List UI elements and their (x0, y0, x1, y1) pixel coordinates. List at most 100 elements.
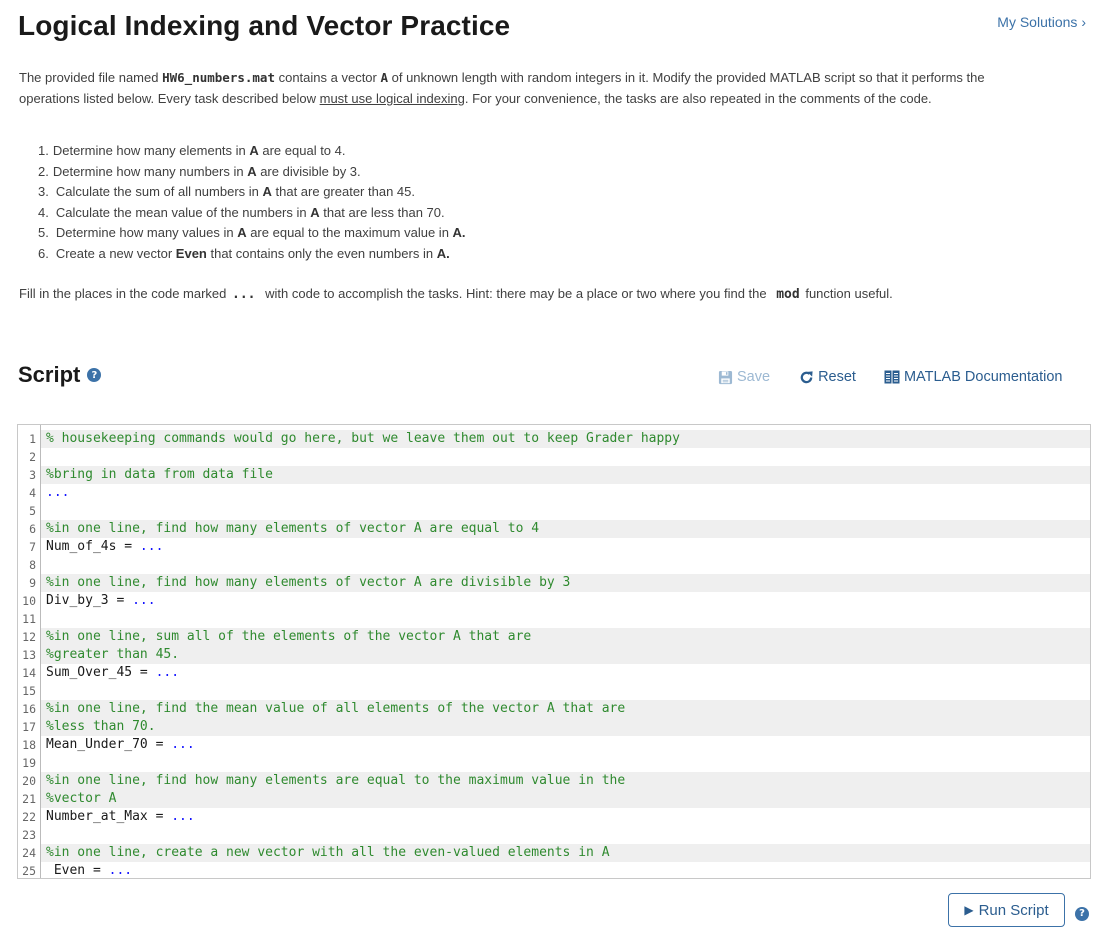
code-text: Num_of_4s = ... (41, 538, 1090, 556)
desc-text: . For your convenience, the tasks are al… (464, 91, 932, 106)
code-content: Sum_Over_45 = (46, 665, 156, 680)
task-number: 1. (38, 143, 49, 158)
emphasis-text: must use logical indexing (319, 91, 465, 106)
book-icon (884, 370, 900, 384)
code-content: %less than 70. (46, 719, 156, 734)
line-number: 14 (18, 664, 41, 682)
code-line[interactable]: 22 Number_at_Max = ... (18, 808, 1090, 826)
code-content: %in one line, find how many elements of … (46, 521, 540, 536)
run-help: ? (1075, 903, 1089, 921)
task-text: are divisible by 3. (256, 163, 361, 179)
line-number: 21 (18, 790, 41, 808)
code-comment: %less than 70. (41, 718, 1090, 736)
code-text: Sum_Over_45 = ... (41, 664, 1090, 682)
task-bold: A. (436, 245, 450, 261)
task-text: that are less than 70. (319, 204, 445, 220)
reset-button[interactable]: Reset (799, 369, 856, 385)
problem-description: The provided file named HW6_numbers.mat … (19, 67, 1039, 109)
code-text: Number_at_Max = ... (41, 808, 1090, 826)
task-text: Calculate the mean value of the numbers … (55, 204, 311, 220)
task-number: 2. (38, 163, 49, 179)
code-content: Mean_Under_70 = (46, 737, 172, 752)
code-line[interactable]: 3 %bring in data from data file (18, 466, 1090, 484)
help-icon[interactable]: ? (87, 368, 102, 382)
my-solutions-link[interactable]: My Solutions › (997, 14, 1086, 30)
task-bold: A (237, 225, 247, 240)
matlab-documentation-button[interactable]: MATLAB Documentation (884, 369, 1062, 385)
fill-hint: Fill in the places in the code marked ..… (19, 284, 893, 305)
code-text: Div_by_3 = ... (41, 592, 1090, 610)
code-line[interactable]: 12 %in one line, sum all of the elements … (18, 628, 1090, 646)
task-text: that are greater than 45. (271, 184, 416, 199)
code-line[interactable]: 23 (18, 826, 1090, 844)
code-line[interactable]: 19 (18, 754, 1090, 772)
line-number: 3 (18, 466, 41, 484)
code-line[interactable]: 8 (18, 556, 1090, 574)
task-item: 3. Calculate the sum of all numbers in A … (38, 182, 466, 203)
line-number: 9 (18, 574, 41, 592)
code-line[interactable]: 9 %in one line, find how many elements of… (18, 574, 1090, 592)
save-button[interactable]: Save (718, 369, 770, 385)
line-number: 20 (18, 772, 41, 790)
code-line[interactable]: 10 Div_by_3 = ... (18, 592, 1090, 610)
code-line[interactable]: 18 Mean_Under_70 = ... (18, 736, 1090, 754)
task-item: 2. Determine how many numbers in A are di… (38, 162, 466, 183)
task-text: are equal to the maximum value in (246, 225, 453, 240)
code-content: Number_at_Max = (46, 809, 172, 824)
task-item: 4. Calculate the mean value of the number… (38, 203, 466, 224)
code-line[interactable]: 13 %greater than 45. (18, 646, 1090, 664)
code-comment: %in one line, find how many elements of … (41, 574, 1090, 592)
task-item: 6. Create a new vector Even that contains… (38, 244, 466, 265)
ellipsis-placeholder: ... (155, 665, 180, 680)
hint-text: with code to accomplish the tasks. Hint:… (265, 286, 767, 301)
code-line[interactable]: 20 %in one line, find how many elements a… (18, 772, 1090, 790)
code-line[interactable]: 4... (18, 484, 1090, 502)
line-number: 25 (18, 862, 41, 878)
code-line[interactable]: 16 %in one line, find the mean value of a… (18, 700, 1090, 718)
code-content: %in one line, find how many elements of … (46, 575, 571, 590)
line-number: 15 (18, 682, 41, 700)
task-list: 1. Determine how many elements in A are e… (38, 141, 466, 264)
code-comment: %in one line, find the mean value of all… (41, 700, 1090, 718)
code-line[interactable]: 2 (18, 448, 1090, 466)
refresh-icon (799, 370, 814, 385)
task-text: Determine how many elements in (52, 143, 250, 158)
line-number: 2 (18, 448, 41, 466)
code-comment: %in one line, create a new vector with a… (41, 844, 1090, 862)
code-line[interactable]: 21 %vector A (18, 790, 1090, 808)
code-content: Num_of_4s = (46, 539, 140, 554)
task-bold: A (310, 204, 320, 220)
code-line[interactable]: 14 Sum_Over_45 = ... (18, 664, 1090, 682)
code-line[interactable]: 7 Num_of_4s = ... (18, 538, 1090, 556)
code-line[interactable]: 15 (18, 682, 1090, 700)
code-comment: %in one line, find how many elements are… (41, 772, 1090, 790)
task-text: Create a new vector (55, 245, 176, 261)
code-text: Mean_Under_70 = ... (41, 736, 1090, 754)
task-text: that contains only the even numbers in (206, 245, 437, 261)
code-line[interactable]: 11 (18, 610, 1090, 628)
page-title: Logical Indexing and Vector Practice (18, 10, 511, 41)
code-line[interactable]: 17 %less than 70. (18, 718, 1090, 736)
code-line[interactable]: 5 (18, 502, 1090, 520)
task-bold: A (262, 184, 272, 199)
code-line[interactable]: 24 %in one line, create a new vector with… (18, 844, 1090, 862)
help-icon[interactable]: ? (1075, 906, 1089, 921)
run-script-button[interactable]: ▶ Run Script (948, 893, 1065, 927)
script-title: Script (18, 362, 81, 387)
ellipsis-placeholder: ... (132, 593, 156, 608)
task-number: 6. (38, 245, 49, 261)
code-comment: %in one line, find how many elements of … (41, 520, 1090, 538)
code-comment: %greater than 45. (41, 646, 1090, 664)
play-icon: ▶ (964, 903, 974, 917)
line-number: 11 (18, 610, 41, 628)
code-line[interactable]: 25 Even = ... (18, 862, 1090, 878)
line-number: 22 (18, 808, 41, 826)
code-editor[interactable]: 1 % housekeeping commands would go here, … (17, 424, 1091, 879)
code-line[interactable]: 1 % housekeeping commands would go here, … (18, 430, 1090, 448)
code-line[interactable]: 6 %in one line, find how many elements of… (18, 520, 1090, 538)
line-number: 18 (18, 736, 41, 754)
